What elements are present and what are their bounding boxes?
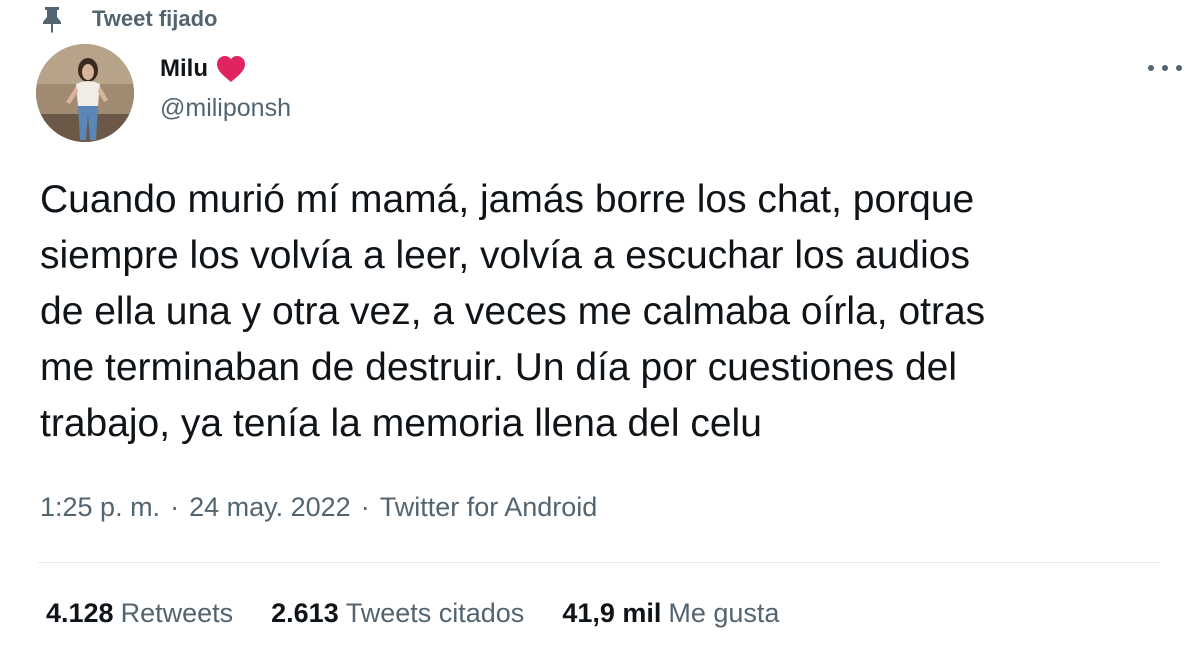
retweets-count: 4.128 bbox=[46, 598, 114, 628]
avatar[interactable] bbox=[36, 44, 134, 142]
likes-count: 41,9 mil bbox=[562, 598, 662, 628]
retweets-stat[interactable]: 4.128 Retweets bbox=[46, 598, 233, 629]
pinned-label: Tweet fijado bbox=[92, 6, 218, 31]
author-block: Milu @miliponsh bbox=[160, 52, 291, 123]
more-options-button[interactable] bbox=[1148, 56, 1182, 80]
meta-separator: · bbox=[360, 492, 370, 522]
pinned-tweet-indicator: Tweet fijado bbox=[38, 2, 218, 36]
author-name-row: Milu bbox=[160, 52, 291, 86]
retweets-label: Retweets bbox=[120, 598, 234, 628]
quote-tweets-stat[interactable]: 2.613 Tweets citados bbox=[271, 598, 524, 629]
quote-tweets-count: 2.613 bbox=[271, 598, 339, 628]
quote-tweets-label: Tweets citados bbox=[345, 598, 525, 628]
divider bbox=[38, 562, 1160, 563]
likes-label: Me gusta bbox=[668, 598, 780, 628]
tweet-time[interactable]: 1:25 p. m. bbox=[40, 492, 160, 523]
pin-icon bbox=[38, 4, 66, 34]
tweet-meta: 1:25 p. m. · 24 may. 2022 · Twitter for … bbox=[40, 492, 597, 523]
more-icon-dot bbox=[1176, 65, 1182, 71]
author-handle[interactable]: @miliponsh bbox=[160, 94, 291, 123]
tweet-stats: 4.128 Retweets 2.613 Tweets citados 41,9… bbox=[46, 598, 779, 629]
more-icon-dot bbox=[1162, 65, 1168, 71]
tweet-text: Cuando murió mí mamá, jamás borre los ch… bbox=[40, 178, 986, 445]
meta-separator: · bbox=[170, 492, 180, 522]
more-icon bbox=[1148, 65, 1154, 71]
author-display-name[interactable]: Milu bbox=[160, 55, 208, 83]
heart-icon bbox=[216, 55, 246, 83]
tweet-source[interactable]: Twitter for Android bbox=[380, 492, 598, 523]
likes-stat[interactable]: 41,9 mil Me gusta bbox=[562, 598, 779, 629]
tweet-date[interactable]: 24 may. 2022 bbox=[189, 492, 351, 523]
